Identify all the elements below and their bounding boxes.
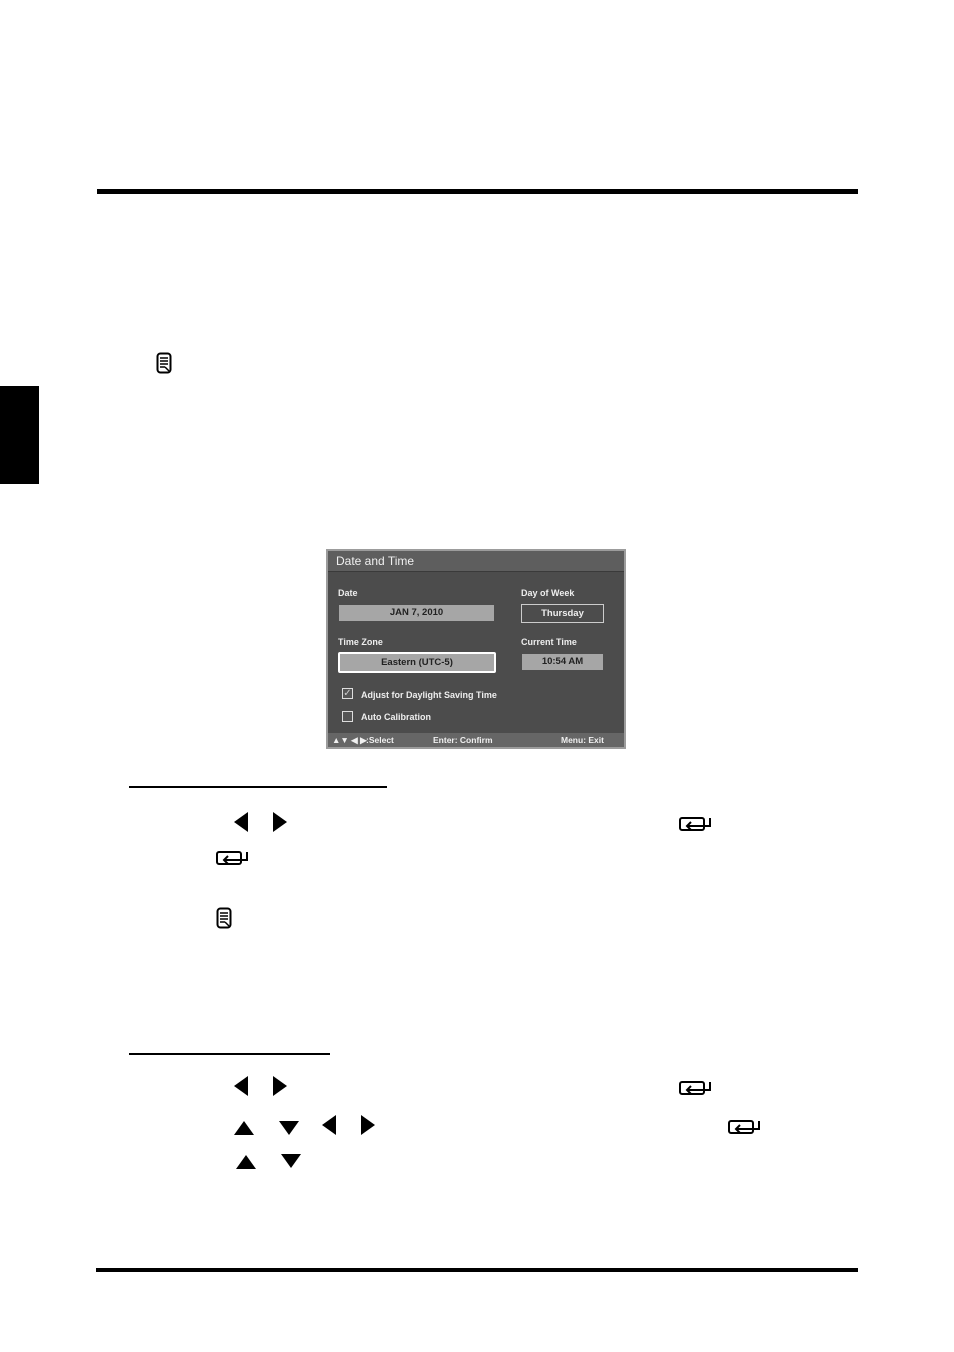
dialog-title: Date and Time <box>328 551 624 572</box>
bottom-rule <box>96 1268 858 1272</box>
time-zone-label: Time Zone <box>338 637 383 647</box>
enter-icon <box>216 851 248 865</box>
up-arrow-icon <box>234 1121 254 1135</box>
left-arrow-icon <box>234 1076 248 1096</box>
manual-page: Date and Time Date JAN 7, 2010 Day of We… <box>0 0 954 1352</box>
auto-calibration-label: Auto Calibration <box>361 712 431 722</box>
enter-icon <box>728 1120 760 1134</box>
note-icon <box>156 352 172 374</box>
current-time-field[interactable]: 10:54 AM <box>522 654 603 670</box>
footer-select: :Select <box>366 735 394 745</box>
nav-arrows-icon: ▲▼ ◀ ▶ <box>332 735 367 745</box>
current-time-label: Current Time <box>521 637 577 647</box>
date-field[interactable]: JAN 7, 2010 <box>339 605 494 621</box>
date-label: Date <box>338 588 358 598</box>
note-icon <box>216 907 232 929</box>
dialog-footer: ▲▼ ◀ ▶ :Select Enter: Confirm Menu: Exit <box>328 733 624 747</box>
auto-calibration-checkbox[interactable] <box>342 711 353 722</box>
section-underline <box>129 1053 330 1055</box>
down-arrow-icon <box>279 1121 299 1135</box>
time-zone-field[interactable]: Eastern (UTC-5) <box>338 652 496 673</box>
date-time-dialog: Date and Time Date JAN 7, 2010 Day of We… <box>326 549 626 749</box>
footer-confirm: Enter: Confirm <box>433 735 493 745</box>
dst-label: Adjust for Daylight Saving Time <box>361 690 497 700</box>
day-of-week-field[interactable]: Thursday <box>521 604 604 623</box>
left-arrow-icon <box>234 812 248 832</box>
section-underline <box>129 786 387 788</box>
day-of-week-label: Day of Week <box>521 588 575 598</box>
down-arrow-icon <box>281 1154 301 1168</box>
enter-icon <box>679 1081 711 1095</box>
side-tab <box>0 386 39 484</box>
up-arrow-icon <box>236 1155 256 1169</box>
top-rule <box>97 189 858 194</box>
right-arrow-icon <box>273 812 287 832</box>
footer-exit: Menu: Exit <box>561 735 604 745</box>
left-arrow-icon <box>322 1115 336 1135</box>
right-arrow-icon <box>273 1076 287 1096</box>
dst-checkbox[interactable]: ✓ <box>342 688 353 699</box>
enter-icon <box>679 817 711 831</box>
right-arrow-icon <box>361 1115 375 1135</box>
